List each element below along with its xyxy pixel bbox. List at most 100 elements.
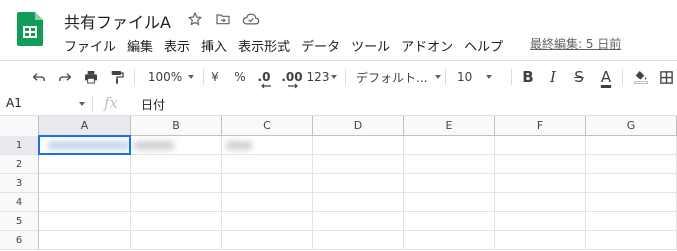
strikethrough-button[interactable]: S	[569, 61, 589, 93]
grid-cell[interactable]	[222, 174, 313, 193]
column-header-d[interactable]: D	[313, 116, 404, 136]
chevron-down-icon	[331, 75, 338, 79]
last-edit-link[interactable]: 最終編集: 5 日前	[530, 35, 621, 52]
grid-cell[interactable]	[404, 174, 495, 193]
star-icon[interactable]	[186, 10, 204, 28]
move-to-folder-icon[interactable]	[214, 10, 232, 28]
grid-cell[interactable]	[404, 212, 495, 231]
paint-format-icon[interactable]	[106, 61, 128, 93]
row-header-6[interactable]: 6	[0, 231, 39, 250]
menu-addons[interactable]: アドオン	[401, 36, 453, 55]
grid-cell[interactable]	[313, 231, 404, 250]
grid-cell[interactable]	[495, 231, 586, 250]
more-formats-button[interactable]: 123	[306, 61, 338, 93]
toolbar-divider	[622, 69, 623, 85]
percent-button[interactable]: %	[230, 61, 250, 93]
row-header-4[interactable]: 4	[0, 193, 39, 212]
grid-cell[interactable]	[404, 155, 495, 174]
column-header-a[interactable]: A	[39, 116, 131, 136]
grid-cell[interactable]	[131, 193, 222, 212]
column-header-g[interactable]: G	[586, 116, 677, 136]
text-color-button[interactable]: A	[595, 61, 617, 93]
decrease-decimal-button[interactable]: .0	[253, 61, 275, 93]
grid-cell[interactable]	[131, 212, 222, 231]
font-size-value: 10	[457, 70, 473, 84]
toolbar-divider	[203, 69, 204, 85]
grid-cell[interactable]	[586, 212, 677, 231]
sheets-logo[interactable]	[17, 12, 43, 46]
grid-cell[interactable]	[313, 136, 404, 155]
name-box[interactable]: A1	[6, 96, 22, 110]
bold-button[interactable]: B	[518, 61, 538, 93]
toolbar-divider	[445, 69, 446, 85]
row-header-3[interactable]: 3	[0, 174, 39, 193]
grid-cell[interactable]	[495, 193, 586, 212]
borders-icon[interactable]	[656, 61, 676, 93]
grid-cell[interactable]	[586, 174, 677, 193]
column-header-c[interactable]: C	[222, 116, 313, 136]
grid-cell[interactable]	[313, 174, 404, 193]
chevron-down-icon[interactable]	[79, 102, 85, 106]
selected-cell-a1[interactable]	[38, 135, 131, 155]
select-all-corner[interactable]	[0, 116, 39, 137]
formula-input[interactable]: 日付	[141, 96, 165, 113]
menu-view[interactable]: 表示	[164, 36, 190, 55]
menu-tools[interactable]: ツール	[351, 36, 390, 55]
column-header-b[interactable]: B	[131, 116, 222, 136]
grid-cell[interactable]	[586, 231, 677, 250]
grid-cell[interactable]	[313, 155, 404, 174]
fx-icon: fx	[104, 94, 119, 112]
print-icon[interactable]	[80, 61, 102, 93]
grid-cell[interactable]	[222, 155, 313, 174]
grid-cell[interactable]	[131, 231, 222, 250]
menu-format[interactable]: 表示形式	[238, 36, 290, 55]
grid-cell[interactable]	[222, 212, 313, 231]
grid-cell[interactable]	[39, 231, 131, 250]
italic-button[interactable]: I	[543, 61, 563, 93]
toolbar-divider	[345, 69, 346, 85]
font-size-select[interactable]: 10	[452, 61, 509, 93]
currency-button[interactable]: ¥	[206, 61, 224, 93]
row-header-1[interactable]: 1	[0, 136, 39, 155]
grid-cell[interactable]	[131, 174, 222, 193]
row-header-2[interactable]: 2	[0, 155, 39, 174]
grid-cell[interactable]	[222, 231, 313, 250]
row-header-5[interactable]: 5	[0, 212, 39, 231]
grid-cell[interactable]	[39, 155, 131, 174]
menu-file[interactable]: ファイル	[64, 36, 116, 55]
grid-cell[interactable]	[586, 136, 677, 155]
fill-color-icon[interactable]	[630, 61, 652, 93]
grid-cell[interactable]	[495, 174, 586, 193]
menu-data[interactable]: データ	[301, 36, 340, 55]
grid-cell[interactable]	[495, 155, 586, 174]
redo-icon[interactable]	[54, 61, 76, 93]
undo-icon[interactable]	[28, 61, 50, 93]
zoom-select[interactable]: 100%	[140, 61, 202, 93]
grid-cell[interactable]	[404, 231, 495, 250]
grid-cell[interactable]	[39, 174, 131, 193]
grid-cell[interactable]	[131, 155, 222, 174]
font-family-select[interactable]: デフォルト...	[352, 61, 444, 93]
grid-cell[interactable]	[313, 193, 404, 212]
grid-cell[interactable]	[39, 193, 131, 212]
column-header-f[interactable]: F	[495, 116, 586, 136]
grid-cell[interactable]	[495, 212, 586, 231]
grid-cell[interactable]	[586, 193, 677, 212]
menu-insert[interactable]: 挿入	[201, 36, 227, 55]
grid-cell[interactable]	[495, 136, 586, 155]
grid-cell[interactable]	[222, 193, 313, 212]
grid-cell[interactable]	[404, 193, 495, 212]
grid-cell[interactable]	[313, 212, 404, 231]
menu-edit[interactable]: 編集	[127, 36, 153, 55]
grid-cell[interactable]	[39, 212, 131, 231]
cloud-status-icon[interactable]	[242, 10, 260, 28]
document-title[interactable]: 共有ファイルA	[64, 9, 171, 33]
menu-help[interactable]: ヘルプ	[464, 36, 503, 55]
increase-decimal-button[interactable]: .00	[280, 61, 304, 93]
toolbar-divider	[134, 69, 135, 85]
grid-cell[interactable]	[404, 136, 495, 155]
grid-cell[interactable]	[586, 155, 677, 174]
obscured-content	[226, 141, 252, 150]
column-header-e[interactable]: E	[404, 116, 495, 136]
arrow-right-icon	[288, 83, 299, 89]
